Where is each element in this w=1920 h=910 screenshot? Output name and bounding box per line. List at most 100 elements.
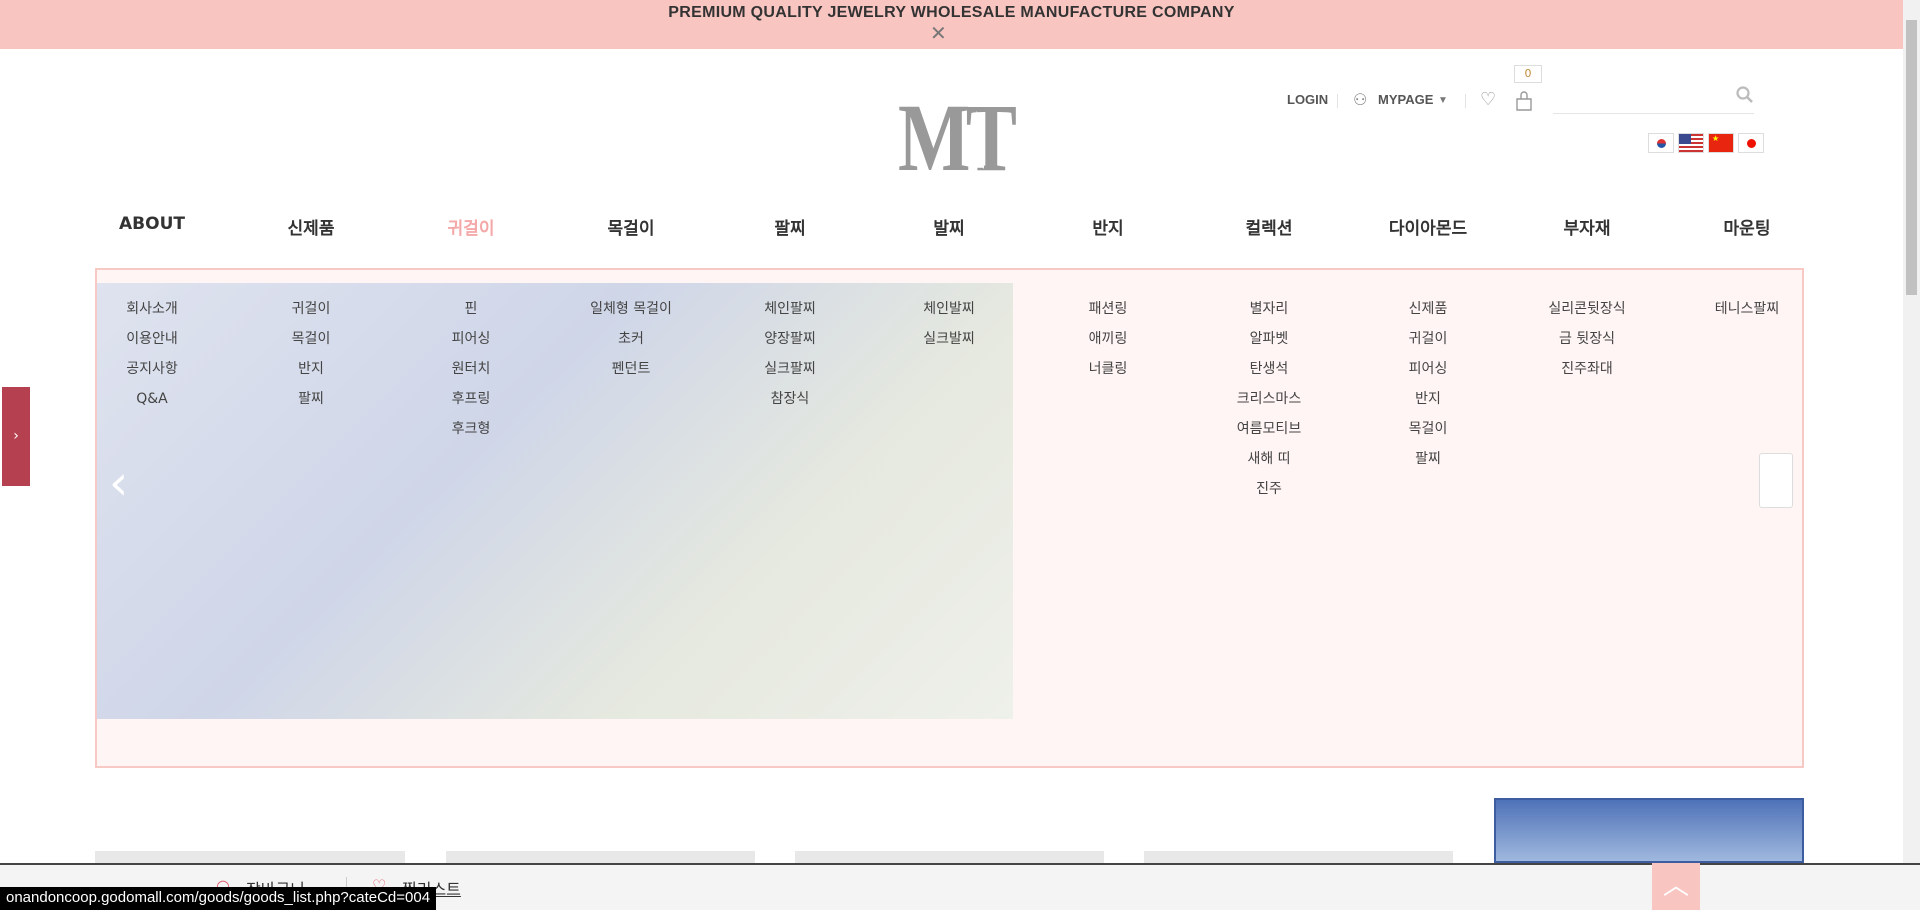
submenu-item[interactable]: Q&A (126, 384, 178, 414)
product-card[interactable] (1144, 851, 1453, 863)
heart-icon[interactable]: ♡ (1480, 89, 1496, 110)
chevron-down-icon[interactable]: ▼ (1438, 95, 1448, 106)
product-card[interactable] (795, 851, 1104, 863)
divider (1465, 94, 1466, 108)
mega-menu-dropdown: ‹ 회사소개 이용안내 공지사항 Q&A 귀걸이 목걸이 반지 팔찌 핀 피어싱 원터치 후프링 후크형… (95, 268, 1804, 768)
nav-item[interactable]: 귀걸이 (448, 214, 495, 239)
nav-item[interactable]: 팔찌 (774, 214, 805, 239)
submenu-item[interactable]: 알파벳 (1237, 324, 1301, 354)
submenu-item[interactable]: 진주 (1237, 474, 1301, 504)
submenu-column: 별자리 알파벳 탄생석 크리스마스 여름모티브 새해 띠 진주 (1237, 294, 1301, 504)
promo-image (97, 283, 1013, 719)
scrollbar[interactable] (1903, 0, 1920, 863)
submenu-item[interactable]: 신제품 (1409, 294, 1448, 324)
cart-count-badge: 0 (1514, 65, 1542, 83)
submenu-item[interactable]: 공지사항 (126, 354, 178, 384)
scroll-to-top-button[interactable]: ︿ (1652, 863, 1700, 910)
nav-item[interactable]: 다이아몬드 (1389, 214, 1467, 239)
submenu-item[interactable]: 참장식 (764, 384, 816, 414)
submenu-item[interactable]: 회사소개 (126, 294, 178, 324)
submenu-item[interactable]: 후크형 (452, 414, 491, 444)
chevron-right-icon: › (13, 428, 19, 444)
submenu-item[interactable]: 목걸이 (1409, 414, 1448, 444)
search-input[interactable] (1553, 82, 1754, 114)
top-banner: PREMIUM QUALITY JEWELRY WHOLESALE MANUFA… (0, 0, 1903, 49)
submenu-item[interactable]: 원터치 (452, 354, 491, 384)
mypage-link[interactable]: MYPAGE (1378, 92, 1433, 107)
submenu-item[interactable]: 초커 (590, 324, 672, 354)
submenu-item[interactable]: 패션링 (1089, 294, 1128, 324)
submenu-column: 일체형 목걸이 초커 펜던트 (590, 294, 672, 384)
submenu-item[interactable]: 피어싱 (1409, 354, 1448, 384)
submenu-item[interactable]: 너클링 (1089, 354, 1128, 384)
submenu-item[interactable]: 탄생석 (1237, 354, 1301, 384)
submenu-item[interactable]: 팔찌 (1409, 444, 1448, 474)
side-panel-toggle[interactable]: › (2, 387, 30, 486)
main-nav: ABOUT 신제품 귀걸이 목걸이 팔찌 발찌 반지 컬렉션 다이아몬드 부자재 마운팅 (95, 214, 1804, 244)
nav-item[interactable]: 마운팅 (1724, 214, 1771, 239)
submenu-item[interactable]: 반지 (1409, 384, 1448, 414)
submenu-item[interactable]: 여름모티브 (1237, 414, 1301, 444)
flag-usa-icon[interactable] (1678, 133, 1704, 153)
login-link[interactable]: LOGIN (1287, 92, 1328, 107)
submenu-item[interactable]: 진주좌대 (1548, 354, 1625, 384)
submenu-item[interactable]: 펜던트 (590, 354, 672, 384)
submenu-item[interactable]: 금 뒷장식 (1548, 324, 1625, 354)
scrollbar-thumb[interactable] (1906, 20, 1917, 295)
submenu-item[interactable]: 귀걸이 (292, 294, 331, 324)
submenu-item[interactable]: 양장팔찌 (764, 324, 816, 354)
nav-item[interactable]: 발찌 (933, 214, 964, 239)
shopping-bag-icon[interactable] (1516, 91, 1532, 111)
submenu-column: 테니스팔찌 (1715, 294, 1779, 324)
submenu-column: 신제품 귀걸이 피어싱 반지 목걸이 팔찌 (1409, 294, 1448, 474)
nav-item[interactable]: 신제품 (288, 214, 335, 239)
submenu-item[interactable]: 일체형 목걸이 (590, 294, 672, 324)
search-icon[interactable] (1736, 86, 1754, 108)
submenu-item[interactable]: 귀걸이 (1409, 324, 1448, 354)
nav-item[interactable]: 목걸이 (608, 214, 655, 239)
submenu-column: 체인팔찌 양장팔찌 실크팔찌 참장식 (764, 294, 816, 414)
submenu-item[interactable]: 실크팔찌 (764, 354, 816, 384)
slider-next-button[interactable] (1759, 453, 1793, 508)
nav-item[interactable]: 반지 (1092, 214, 1123, 239)
nav-item[interactable]: 컬렉션 (1246, 214, 1293, 239)
flag-korea-icon[interactable] (1648, 133, 1674, 153)
submenu-item[interactable]: 체인발찌 (923, 294, 975, 324)
submenu-column: 실리콘뒷장식 금 뒷장식 진주좌대 (1548, 294, 1625, 384)
product-card[interactable] (446, 851, 755, 863)
language-flags: ★ (1648, 133, 1764, 153)
submenu-item[interactable]: 피어싱 (452, 324, 491, 354)
flag-japan-icon[interactable] (1738, 133, 1764, 153)
logo[interactable]: MT JEWELRY (898, 84, 1017, 191)
banner-text: PREMIUM QUALITY JEWELRY WHOLESALE MANUFA… (668, 4, 1235, 21)
submenu-column: 귀걸이 목걸이 반지 팔찌 (292, 294, 331, 414)
submenu-item[interactable]: 실크발찌 (923, 324, 975, 354)
submenu-column: 패션링 애끼링 너클링 (1089, 294, 1128, 384)
submenu-item[interactable]: 별자리 (1237, 294, 1301, 324)
product-card[interactable] (95, 851, 405, 863)
nav-item[interactable]: ABOUT (119, 214, 185, 234)
submenu-column: 핀 피어싱 원터치 후프링 후크형 (452, 294, 491, 444)
chevron-up-icon: ︿ (1662, 871, 1689, 901)
submenu-item[interactable]: 목걸이 (292, 324, 331, 354)
submenu-item[interactable]: 테니스팔찌 (1715, 294, 1779, 324)
submenu-item[interactable]: 후프링 (452, 384, 491, 414)
submenu-item[interactable]: 이용안내 (126, 324, 178, 354)
chevron-left-icon[interactable]: ‹ (109, 455, 128, 511)
status-bar-url: onandoncoop.godomall.com/goods/goods_lis… (0, 887, 437, 910)
submenu-item[interactable]: 체인팔찌 (764, 294, 816, 324)
submenu-column: 회사소개 이용안내 공지사항 Q&A (126, 294, 178, 414)
submenu-item[interactable]: 애끼링 (1089, 324, 1128, 354)
flag-china-icon[interactable]: ★ (1708, 133, 1734, 153)
submenu-item[interactable]: 핀 (452, 294, 491, 324)
submenu-item[interactable]: 새해 띠 (1237, 444, 1301, 474)
submenu-item[interactable]: 반지 (292, 354, 331, 384)
nav-item[interactable]: 부자재 (1564, 214, 1611, 239)
submenu-item[interactable]: 실리콘뒷장식 (1548, 294, 1625, 324)
submenu-item[interactable]: 팔찌 (292, 384, 331, 414)
side-banner-image[interactable] (1494, 798, 1804, 863)
submenu-item[interactable]: 크리스마스 (1237, 384, 1301, 414)
submenu-column: 체인발찌 실크발찌 (923, 294, 975, 354)
divider (1337, 94, 1338, 108)
close-icon[interactable]: ✕ (930, 23, 947, 43)
